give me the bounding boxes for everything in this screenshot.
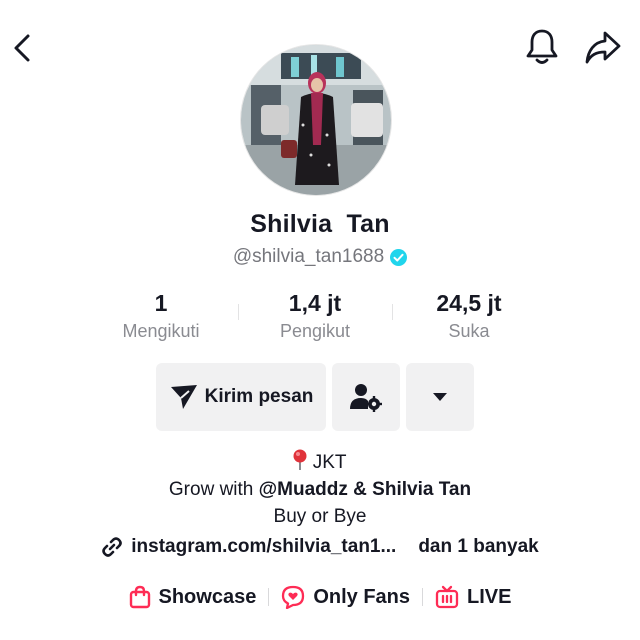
more-options-button[interactable] [406, 363, 474, 431]
divider [268, 588, 270, 606]
stats-row: 1 Mengikuti 1,4 jt Pengikut 24,5 jt Suka [0, 286, 640, 346]
bio-line-grow: Grow with @Muaddz & Shilvia Tan [0, 476, 640, 503]
feature-row: Showcase Only Fans LIVE [0, 580, 640, 614]
share-button[interactable] [582, 26, 624, 68]
stat-label: Suka [448, 321, 490, 341]
stat-followers[interactable]: 1,4 jt Pengikut [235, 286, 395, 342]
bio-location: JKT [0, 449, 640, 476]
action-buttons: Kirim pesan [0, 363, 640, 431]
divider [422, 588, 424, 606]
caret-down-icon [433, 393, 447, 401]
stat-value: 1 [154, 290, 168, 316]
stat-value: 1,4 jt [288, 290, 342, 316]
profile-link-text[interactable]: instagram.com/shilvia_tan1... [131, 536, 396, 558]
mention-link[interactable]: @Muaddz & Shilvia Tan [259, 479, 471, 500]
profile-link-row[interactable]: instagram.com/shilvia_tan1... dan 1 bany… [0, 536, 640, 558]
profile-name: Shilvia Tan [250, 210, 390, 238]
stat-label: Mengikuti [122, 321, 200, 341]
bell-icon [526, 29, 558, 64]
verified-badge-icon [390, 248, 408, 266]
live-button[interactable]: LIVE [435, 585, 511, 609]
user-gear-icon [350, 384, 382, 412]
more-links-text[interactable]: dan 1 banyak [418, 536, 538, 558]
chat-heart-icon [282, 585, 305, 609]
stat-label: Pengikut [279, 321, 351, 341]
profile-handle: @shilvia_tan1688 [232, 246, 385, 267]
avatar[interactable] [240, 44, 392, 196]
send-message-button[interactable]: Kirim pesan [156, 363, 326, 431]
stat-following[interactable]: 1 Mengikuti [81, 286, 241, 342]
share-arrow-icon [585, 31, 621, 64]
only-fans-label: Only Fans [313, 585, 411, 608]
grow-prefix: Grow with [168, 479, 259, 500]
stat-value: 24,5 jt [436, 290, 502, 316]
handle-row: @shilvia_tan1688 [0, 246, 640, 268]
showcase-button[interactable]: Showcase [129, 585, 257, 609]
back-button[interactable] [4, 28, 40, 68]
stat-likes[interactable]: 24,5 jt Suka [389, 286, 549, 342]
shopping-bag-icon [129, 585, 150, 609]
tv-icon [435, 585, 459, 609]
send-icon [170, 385, 197, 409]
send-message-label: Kirim pesan [204, 386, 314, 407]
notification-button[interactable] [522, 26, 562, 68]
pin-icon [293, 449, 307, 470]
chevron-left-icon [14, 34, 30, 62]
user-settings-button[interactable] [332, 363, 400, 431]
showcase-label: Showcase [158, 585, 257, 608]
only-fans-button[interactable]: Only Fans [281, 585, 410, 609]
link-icon [102, 537, 123, 557]
location-text: JKT [312, 452, 347, 473]
bio-line-buy: Buy or Bye [273, 506, 367, 527]
live-label: LIVE [467, 585, 512, 608]
profile-photo [241, 45, 391, 195]
